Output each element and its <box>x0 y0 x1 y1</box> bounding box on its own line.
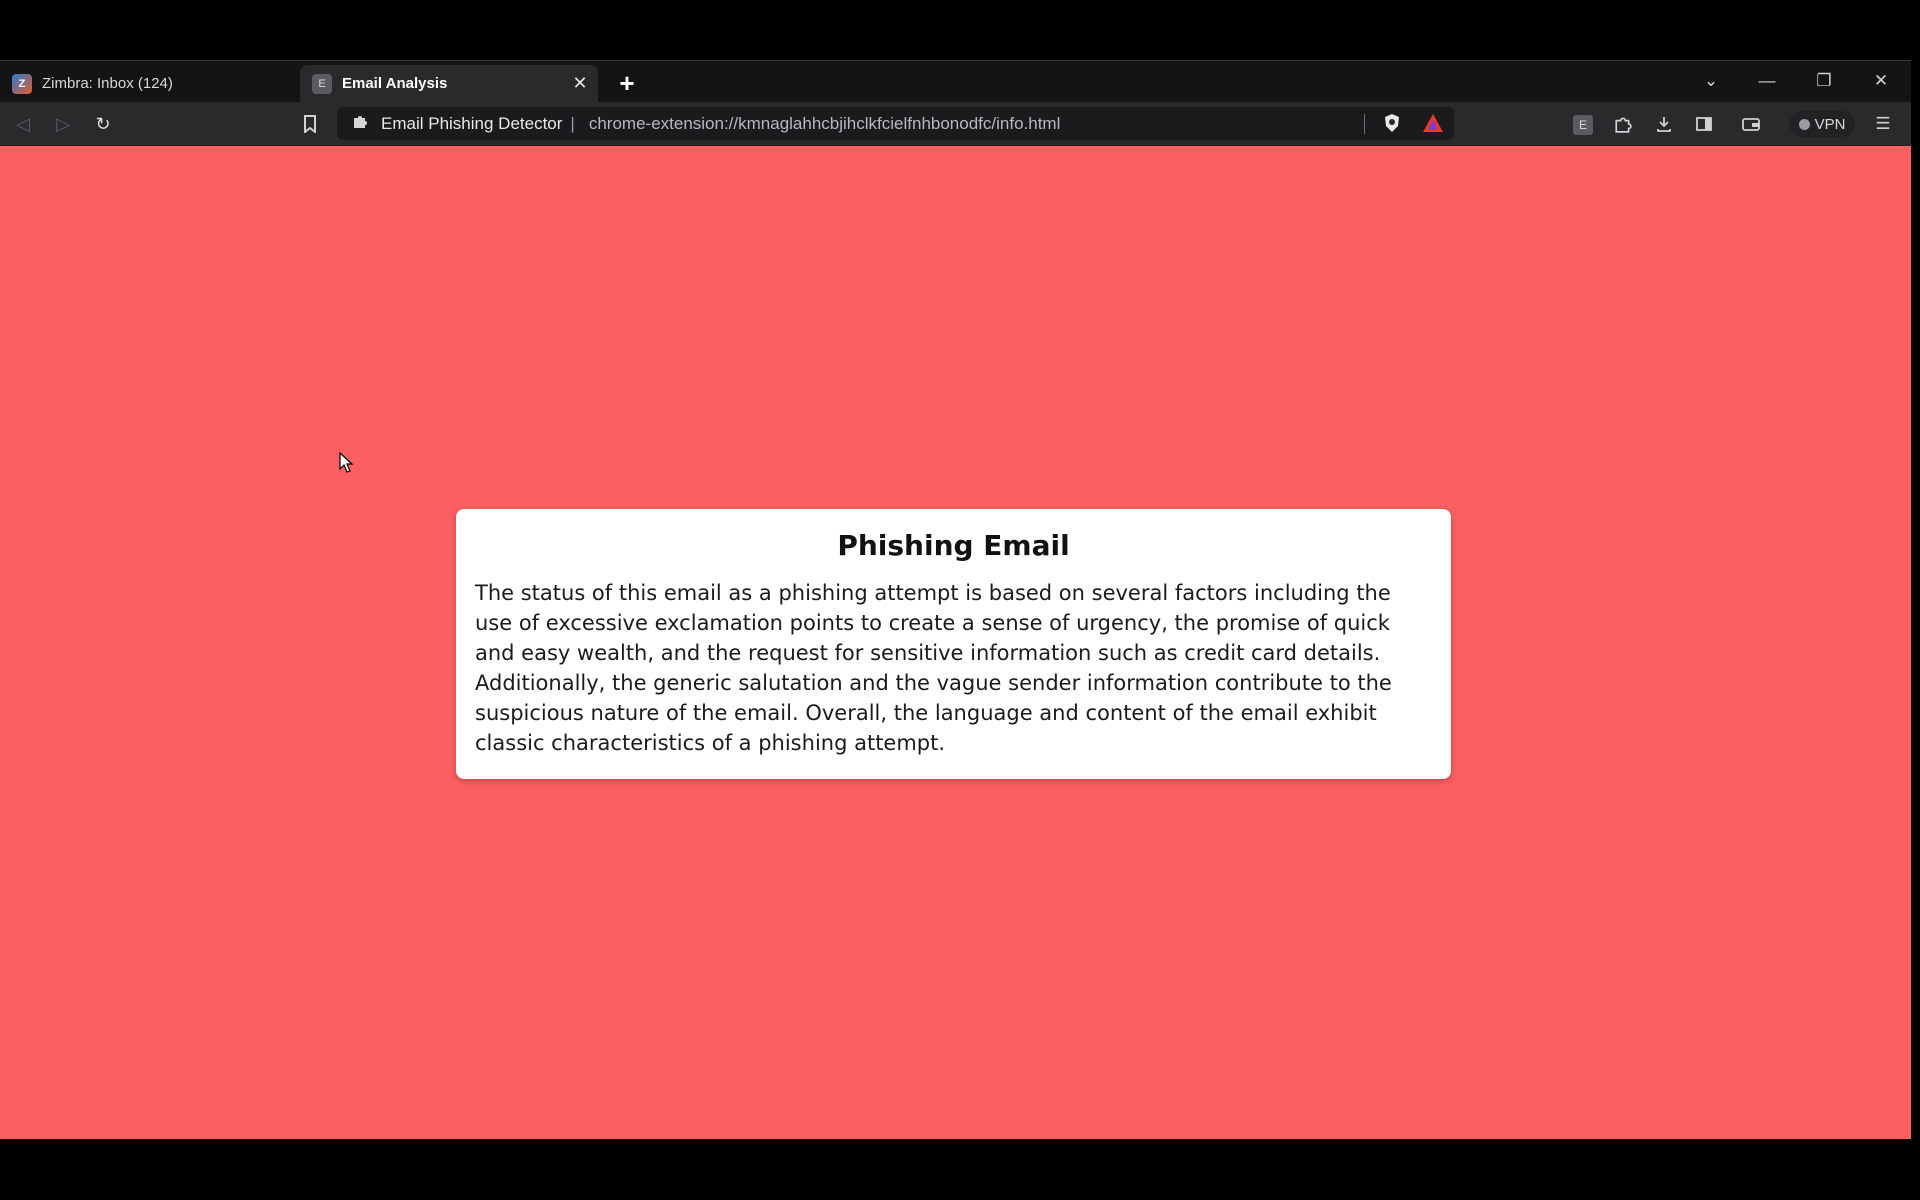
extension-badge: E <box>1573 115 1593 135</box>
close-window-icon[interactable]: ✕ <box>1866 68 1896 94</box>
tab-list-chevron-icon[interactable]: ⌄ <box>1696 68 1726 94</box>
new-tab-plus-icon[interactable]: + <box>614 70 640 96</box>
vpn-label: VPN <box>1814 115 1846 133</box>
extension-favicon-icon: E <box>312 73 332 94</box>
download-icon[interactable] <box>1650 110 1678 138</box>
tab-title: Zimbra: Inbox (124) <box>42 75 173 92</box>
sidebar-icon[interactable] <box>1690 110 1718 138</box>
vpn-status-icon <box>1798 118 1810 130</box>
extensions-puzzle-icon[interactable] <box>1609 110 1637 138</box>
zimbra-favicon-icon: Z <box>12 73 32 94</box>
tab-title: Email Analysis <box>342 75 448 92</box>
back-arrow-icon[interactable]: ◁ <box>9 110 37 138</box>
mouse-cursor-icon <box>339 452 354 473</box>
browser-window: Z Zimbra: Inbox (124) E Email Analysis ✕… <box>0 60 1911 1139</box>
brave-shield-icon[interactable] <box>1381 112 1403 134</box>
tab-zimbra-inbox[interactable]: Z Zimbra: Inbox (124) <box>0 65 298 102</box>
tab-email-analysis[interactable]: E Email Analysis ✕ <box>300 65 598 102</box>
result-heading: Phishing Email <box>837 529 1070 562</box>
forward-arrow-icon[interactable]: ▷ <box>49 110 77 138</box>
puzzle-icon <box>351 113 369 134</box>
tab-strip: Z Zimbra: Inbox (124) E Email Analysis ✕… <box>0 61 1911 102</box>
result-explanation: The status of this email as a phishing a… <box>475 581 1392 755</box>
bat-triangle-icon[interactable] <box>1421 112 1445 134</box>
address-bar[interactable]: Email Phishing Detector | chrome-extensi… <box>337 107 1454 140</box>
toolbar: ◁ ▷ ↻ Email Phishing Detector | chrome-e… <box>0 102 1911 145</box>
close-tab-icon[interactable]: ✕ <box>570 73 590 93</box>
page-content: Phishing Email The status of this email … <box>0 146 1911 1139</box>
site-name: Email Phishing Detector <box>381 113 563 133</box>
hamburger-menu-icon[interactable]: ☰ <box>1869 110 1897 138</box>
restore-icon[interactable]: ❐ <box>1809 68 1839 94</box>
wallet-icon[interactable] <box>1737 110 1765 138</box>
minimize-icon[interactable]: — <box>1752 68 1782 94</box>
url-divider <box>1364 114 1365 134</box>
extension-e-icon[interactable]: E <box>1569 110 1597 138</box>
bookmark-icon[interactable] <box>296 110 324 138</box>
result-card: Phishing Email The status of this email … <box>456 509 1451 779</box>
reload-icon[interactable]: ↻ <box>89 110 117 138</box>
url-separator: | <box>570 113 575 133</box>
vpn-button[interactable]: VPN <box>1789 111 1855 137</box>
url-text: chrome-extension://kmnaglahhcbjihclkfcie… <box>588 113 1061 133</box>
